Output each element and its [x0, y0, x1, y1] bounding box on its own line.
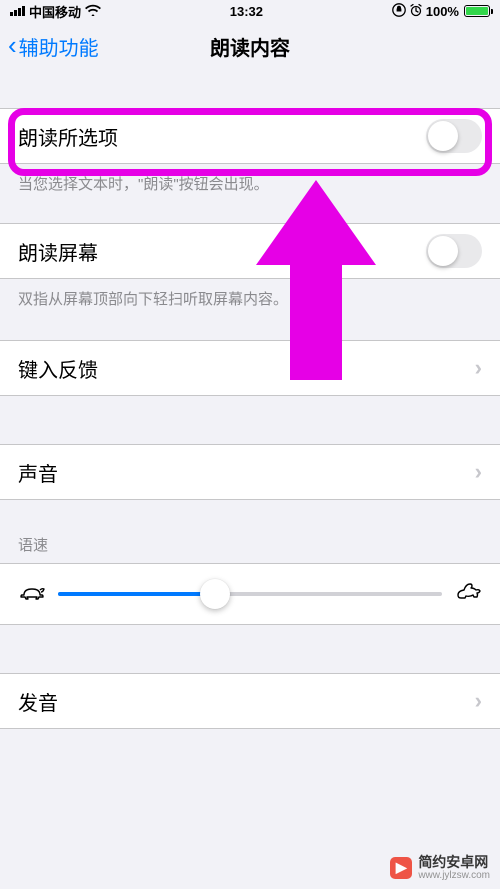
page-title: 朗读内容 [210, 32, 290, 61]
speak-screen-label: 朗读屏幕 [18, 237, 98, 266]
back-label: 辅助功能 [19, 32, 99, 61]
speaking-rate-slider[interactable] [58, 592, 442, 596]
speak-screen-row[interactable]: 朗读屏幕 [0, 223, 500, 279]
pronunciations-label: 发音 [18, 687, 58, 716]
orientation-lock-icon [392, 3, 406, 20]
pronunciations-row[interactable]: 发音 › [0, 673, 500, 729]
speak-selection-switch[interactable] [426, 119, 482, 153]
cellular-signal-icon [10, 6, 25, 16]
rate-header: 语速 [0, 534, 500, 563]
speak-selection-row[interactable]: 朗读所选项 [0, 108, 500, 164]
speak-screen-footer: 双指从屏幕顶部向下轻扫听取屏幕内容。 [0, 279, 500, 310]
watermark-title: 简约安卓网 [418, 855, 490, 870]
status-time: 13:32 [230, 4, 263, 19]
speak-selection-label: 朗读所选项 [18, 122, 118, 151]
alarm-icon [409, 3, 423, 20]
typing-feedback-row[interactable]: 键入反馈 › [0, 340, 500, 396]
voices-row[interactable]: 声音 › [0, 444, 500, 500]
speaking-rate-row [0, 563, 500, 625]
voices-label: 声音 [18, 458, 58, 487]
speak-selection-footer: 当您选择文本时，"朗读"按钮会出现。 [0, 164, 500, 195]
watermark-url: www.jylzsw.com [418, 870, 490, 881]
back-button[interactable]: ‹ 辅助功能 [8, 32, 99, 61]
rabbit-icon [454, 582, 482, 606]
status-bar: 中国移动 13:32 100% [0, 0, 500, 22]
chevron-left-icon: ‹ [8, 32, 17, 58]
status-left: 中国移动 [10, 2, 101, 21]
battery-icon [464, 5, 490, 17]
watermark-logo-icon: ▶ [390, 857, 412, 879]
chevron-right-icon: › [475, 459, 482, 485]
battery-percent: 100% [426, 4, 459, 19]
nav-bar: ‹ 辅助功能 朗读内容 [0, 22, 500, 72]
typing-feedback-label: 键入反馈 [18, 354, 98, 383]
turtle-icon [18, 583, 46, 605]
carrier-label: 中国移动 [29, 2, 81, 21]
chevron-right-icon: › [475, 688, 482, 714]
wifi-icon [85, 3, 101, 19]
chevron-right-icon: › [475, 355, 482, 381]
watermark: ▶ 简约安卓网 www.jylzsw.com [390, 855, 490, 881]
slider-thumb[interactable] [200, 579, 230, 609]
status-right: 100% [392, 3, 490, 20]
speak-screen-switch[interactable] [426, 234, 482, 268]
